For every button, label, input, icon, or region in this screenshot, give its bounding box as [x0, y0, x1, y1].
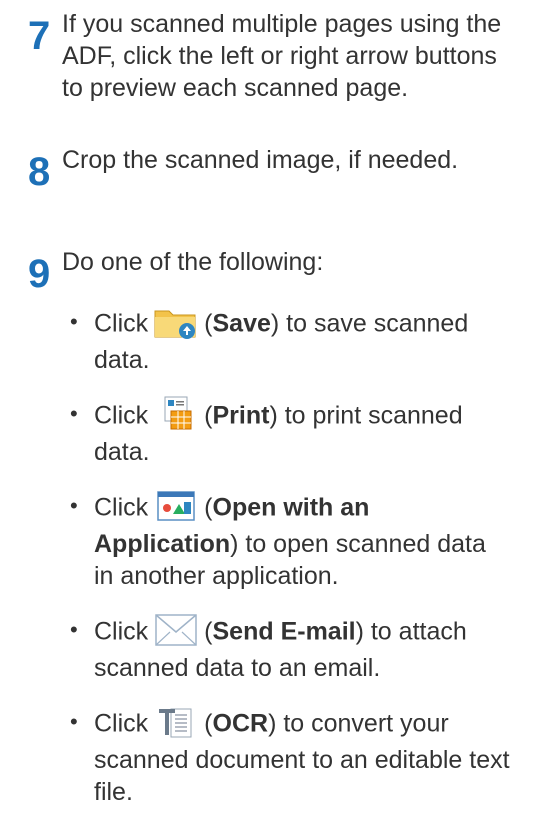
step-text: If you scanned multiple pages using the … — [62, 8, 532, 104]
text-line: data. — [94, 346, 150, 374]
save-folder-icon — [151, 303, 201, 341]
step-number: 8 — [28, 150, 51, 194]
step-text: Crop the scanned image, if needed. — [62, 144, 532, 176]
print-icon — [151, 395, 201, 433]
text-line: Do one of the following: — [62, 248, 324, 276]
bullet: • — [70, 709, 78, 734]
click-text: Click — [94, 617, 149, 646]
click-text: Click — [94, 709, 149, 738]
text-line: data. — [94, 438, 150, 466]
bullet: • — [70, 309, 78, 334]
bullet: • — [70, 401, 78, 426]
ocr-text-icon — [151, 703, 201, 741]
option-label: Save — [212, 309, 271, 338]
click-text: Click — [94, 493, 149, 522]
click-text: Click — [94, 309, 149, 338]
text-line: to preview each scanned page. — [62, 74, 409, 102]
text-line: If you scanned multiple pages using the — [62, 10, 502, 38]
text-line: Crop the scanned image, if needed. — [62, 146, 459, 174]
email-envelope-icon — [151, 611, 201, 649]
option-label: Print — [212, 401, 270, 430]
text-line: ADF, click the left or right arrow butto… — [62, 42, 497, 70]
option-label: Application — [94, 530, 231, 558]
step-number: 7 — [28, 14, 51, 58]
bullet: • — [70, 617, 78, 642]
option-label: Send E-mail — [212, 617, 356, 646]
option-label: OCR — [212, 709, 269, 738]
text-line: scanned data to an email. — [94, 654, 381, 682]
click-text: Click — [94, 401, 149, 430]
open-application-icon — [151, 487, 201, 525]
text-line: scanned document to an editable text — [94, 746, 510, 774]
text-line: file. — [94, 778, 133, 806]
option-label: Open with an — [212, 493, 370, 522]
bullet: • — [70, 493, 78, 518]
step-text: Do one of the following: — [62, 246, 532, 278]
step-number: 9 — [28, 252, 51, 296]
text-line: in another application. — [94, 562, 339, 590]
